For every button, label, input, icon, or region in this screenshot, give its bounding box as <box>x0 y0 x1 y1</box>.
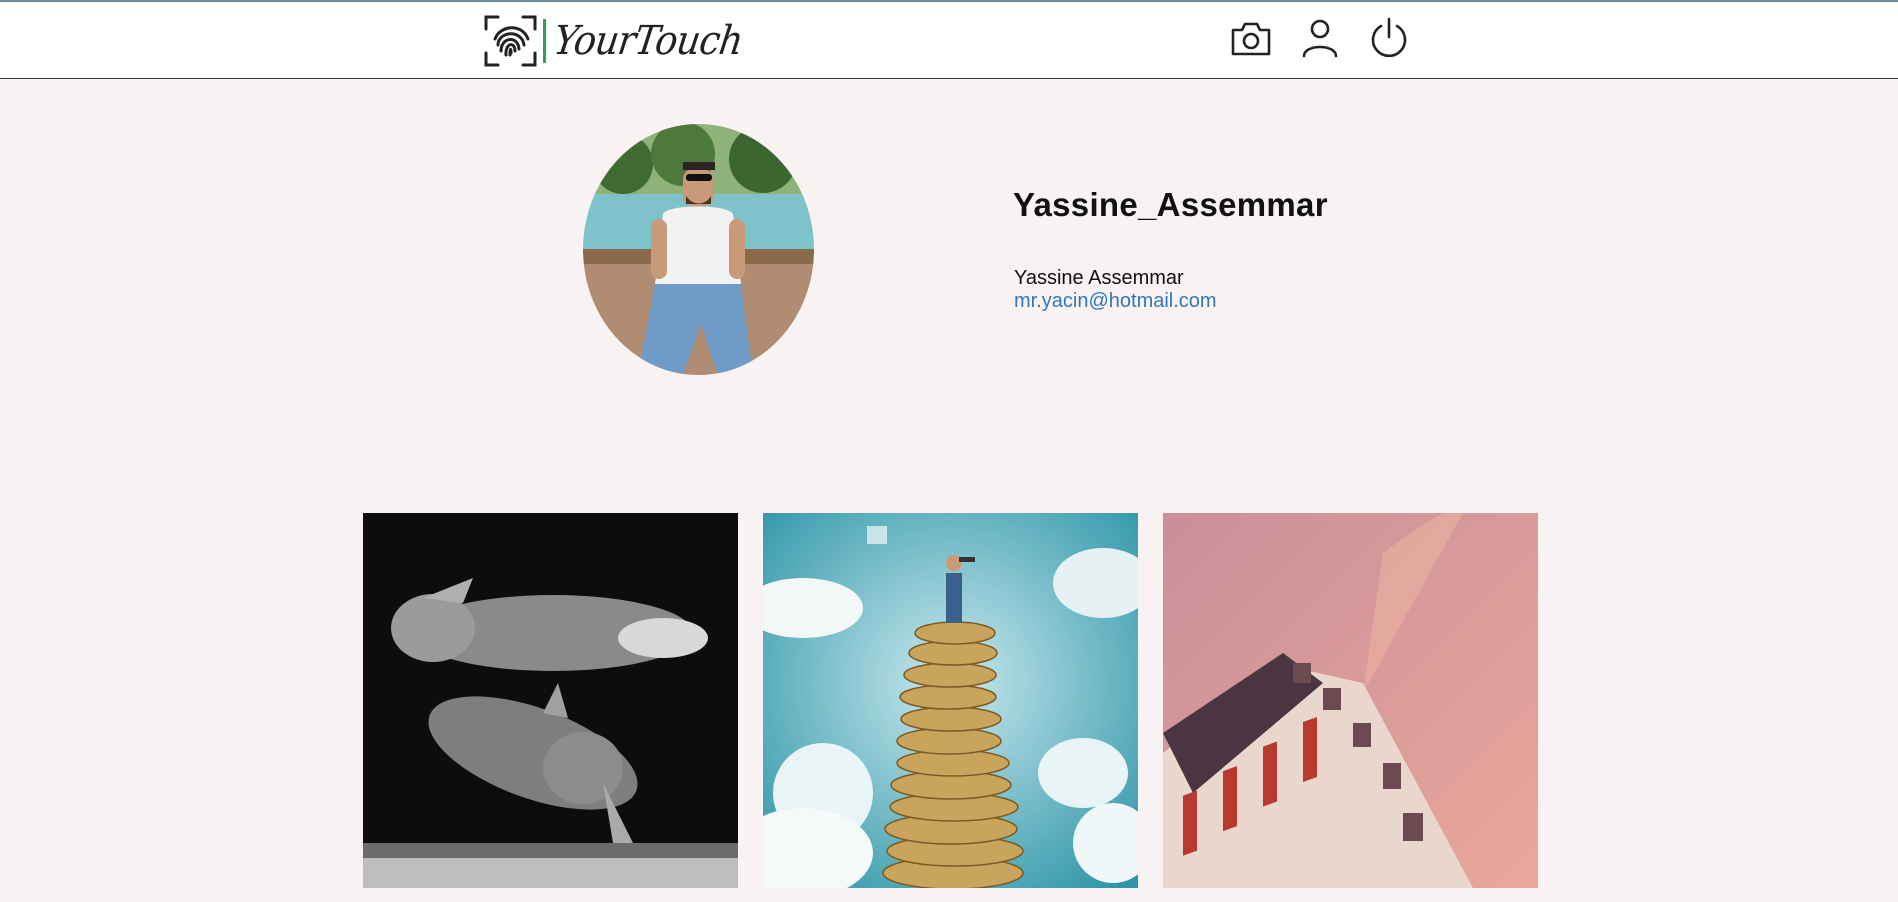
profile-email-link[interactable]: mr.yacin@hotmail.com <box>1014 290 1217 313</box>
fingerprint-logo-icon <box>484 15 537 67</box>
logo-divider <box>543 19 546 63</box>
brand-logo[interactable]: YourTouch <box>484 15 758 67</box>
post-thumbnail[interactable] <box>763 513 1138 888</box>
power-icon[interactable] <box>1367 16 1411 60</box>
profile-full-name: Yassine Assemmar <box>1014 267 1184 289</box>
camera-icon[interactable] <box>1229 16 1273 60</box>
top-navbar: YourTouch <box>0 0 1898 79</box>
user-icon[interactable] <box>1298 16 1342 60</box>
post-thumbnail[interactable] <box>1163 513 1538 888</box>
post-thumbnail[interactable] <box>363 513 738 888</box>
brand-name: YourTouch <box>550 18 746 64</box>
profile-avatar <box>583 124 814 375</box>
profile-username: Yassine_Assemmar <box>1013 186 1328 223</box>
